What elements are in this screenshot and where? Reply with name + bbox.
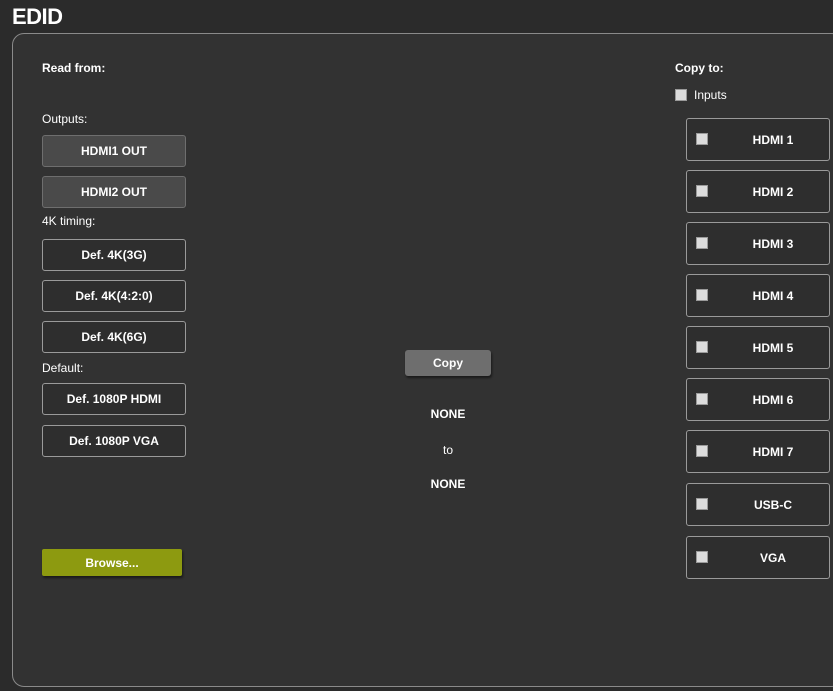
copy-button[interactable]: Copy — [405, 350, 491, 376]
outputs-label: Outputs: — [42, 112, 88, 126]
default-label: Default: — [42, 361, 84, 375]
target-hdmi-7[interactable]: HDMI 7 — [686, 430, 830, 473]
copy-destination-text: NONE — [430, 477, 466, 491]
target-label: VGA — [759, 551, 786, 565]
target-hdmi-2[interactable]: HDMI 2 — [686, 170, 830, 213]
browse-button[interactable]: Browse... — [42, 549, 182, 576]
target-checkbox[interactable] — [696, 133, 708, 145]
source-4k-3g-button[interactable]: Def. 4K(3G) — [42, 239, 186, 271]
target-hdmi-5[interactable]: HDMI 5 — [686, 326, 830, 369]
read-from-label: Read from: — [42, 61, 106, 75]
copy-source-text: NONE — [430, 407, 466, 421]
target-label: USB-C — [754, 498, 792, 512]
page-title: EDID — [12, 4, 63, 29]
target-checkbox[interactable] — [696, 445, 708, 457]
target-checkbox[interactable] — [696, 341, 708, 353]
target-checkbox[interactable] — [696, 551, 708, 563]
source-1080p-hdmi-button[interactable]: Def. 1080P HDMI — [42, 383, 186, 415]
timing-label: 4K timing: — [42, 214, 96, 228]
source-1080p-vga-button[interactable]: Def. 1080P VGA — [42, 425, 186, 457]
target-vga[interactable]: VGA — [686, 536, 830, 579]
target-label: HDMI 2 — [752, 185, 794, 199]
inputs-label: Inputs — [694, 88, 727, 102]
target-label: HDMI 4 — [752, 289, 794, 303]
target-checkbox[interactable] — [696, 393, 708, 405]
target-label: HDMI 3 — [752, 237, 794, 251]
target-checkbox[interactable] — [696, 498, 708, 510]
target-usb-c[interactable]: USB-C — [686, 483, 830, 526]
copy-to-text: to — [442, 443, 453, 457]
target-checkbox[interactable] — [696, 237, 708, 249]
source-hdmi2-out-button[interactable]: HDMI2 OUT — [42, 176, 186, 208]
target-label: HDMI 6 — [752, 393, 794, 407]
source-4k-6g-button[interactable]: Def. 4K(6G) — [42, 321, 186, 353]
target-label: HDMI 7 — [752, 445, 794, 459]
target-checkbox[interactable] — [696, 185, 708, 197]
target-label: HDMI 5 — [752, 341, 794, 355]
inputs-checkbox[interactable] — [675, 89, 687, 101]
target-checkbox[interactable] — [696, 289, 708, 301]
target-hdmi-3[interactable]: HDMI 3 — [686, 222, 830, 265]
target-label: HDMI 1 — [752, 133, 794, 147]
source-4k-420-button[interactable]: Def. 4K(4:2:0) — [42, 280, 186, 312]
target-hdmi-6[interactable]: HDMI 6 — [686, 378, 830, 421]
target-hdmi-1[interactable]: HDMI 1 — [686, 118, 830, 161]
copy-to-label: Copy to: — [675, 61, 724, 75]
target-hdmi-4[interactable]: HDMI 4 — [686, 274, 830, 317]
source-hdmi1-out-button[interactable]: HDMI1 OUT — [42, 135, 186, 167]
